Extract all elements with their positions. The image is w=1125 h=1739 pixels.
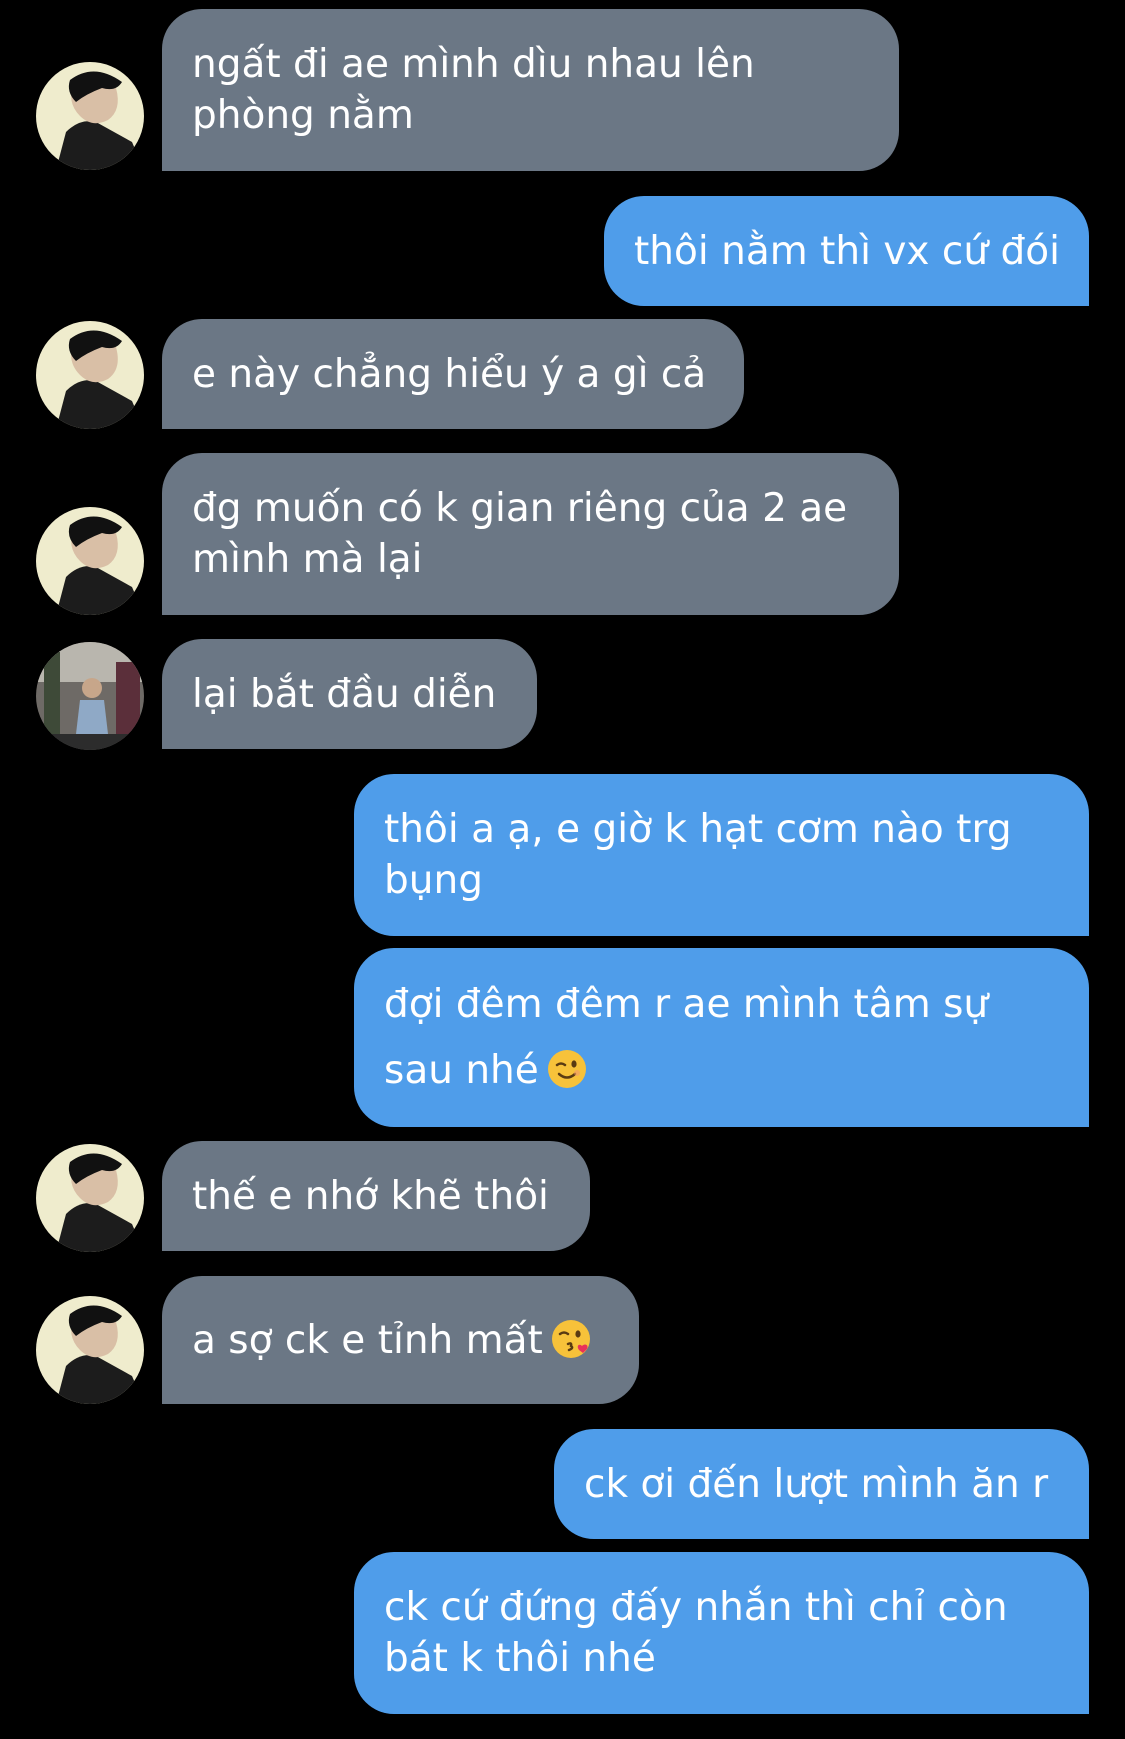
profile-avatar-man-icon bbox=[36, 62, 144, 170]
message-bubble[interactable]: đợi đêm đêm r ae mình tâm sự sau nhé bbox=[354, 948, 1089, 1127]
profile-avatar-man-icon bbox=[36, 507, 144, 615]
message-text: thế e nhớ khẽ thôi bbox=[192, 1173, 549, 1219]
message-text: e này chẳng hiểu ý a gì cả bbox=[192, 351, 707, 397]
message-text: thôi a ạ, e giờ k hạt cơm nào trg bbox=[384, 807, 1012, 852]
message-bubble[interactable]: lại bắt đầu diễn bbox=[162, 639, 537, 749]
contact-avatar-photo[interactable] bbox=[36, 642, 144, 750]
message-bubble[interactable]: thôi a ạ, e giờ k hạt cơm nào trg bụng bbox=[354, 774, 1089, 936]
profile-avatar-man-icon bbox=[36, 1144, 144, 1252]
message-bubble[interactable]: ck cứ đứng đấy nhắn thì chỉ còn bát k th… bbox=[354, 1552, 1089, 1714]
profile-avatar-outdoor-photo-icon bbox=[36, 642, 144, 750]
message-text: phòng nằm bbox=[192, 93, 414, 138]
face-blowing-kiss-emoji-icon bbox=[551, 1319, 590, 1358]
message-bubble[interactable]: ck ơi đến lượt mình ăn r bbox=[554, 1429, 1089, 1539]
message-bubble[interactable]: thế e nhớ khẽ thôi bbox=[162, 1141, 590, 1251]
message-text: ck ơi đến lượt mình ăn r bbox=[584, 1461, 1049, 1507]
message-bubble[interactable]: đg muốn có k gian riêng của 2 ae mình mà… bbox=[162, 453, 899, 615]
message-text: lại bắt đầu diễn bbox=[192, 671, 497, 717]
message-text: ngất đi ae mình dìu nhau lên bbox=[192, 42, 755, 87]
message-text: bụng bbox=[384, 858, 483, 903]
contact-avatar[interactable] bbox=[36, 507, 144, 615]
message-text: sau nhé bbox=[384, 1047, 539, 1093]
profile-avatar-man-icon bbox=[36, 321, 144, 429]
message-text: thôi nằm thì vx cứ đói bbox=[634, 228, 1060, 274]
message-text: ck cứ đứng đấy nhắn thì chỉ còn bbox=[384, 1585, 1008, 1630]
message-text: mình mà lại bbox=[192, 537, 423, 582]
message-text: đợi đêm đêm r ae mình tâm sự bbox=[384, 981, 989, 1027]
message-text: đg muốn có k gian riêng của 2 ae bbox=[192, 486, 848, 531]
message-bubble[interactable]: e này chẳng hiểu ý a gì cả bbox=[162, 319, 744, 429]
contact-avatar[interactable] bbox=[36, 62, 144, 170]
contact-avatar[interactable] bbox=[36, 1296, 144, 1404]
contact-avatar[interactable] bbox=[36, 1144, 144, 1252]
message-bubble[interactable]: a sợ ck e tỉnh mất bbox=[162, 1276, 639, 1404]
message-bubble[interactable]: ngất đi ae mình dìu nhau lên phòng nằm bbox=[162, 9, 899, 171]
message-text: bát k thôi nhé bbox=[384, 1636, 656, 1681]
message-bubble[interactable]: thôi nằm thì vx cứ đói bbox=[604, 196, 1089, 306]
profile-avatar-man-icon bbox=[36, 1296, 144, 1404]
winking-face-emoji-icon bbox=[547, 1049, 586, 1088]
contact-avatar[interactable] bbox=[36, 321, 144, 429]
message-text: a sợ ck e tỉnh mất bbox=[192, 1317, 543, 1363]
